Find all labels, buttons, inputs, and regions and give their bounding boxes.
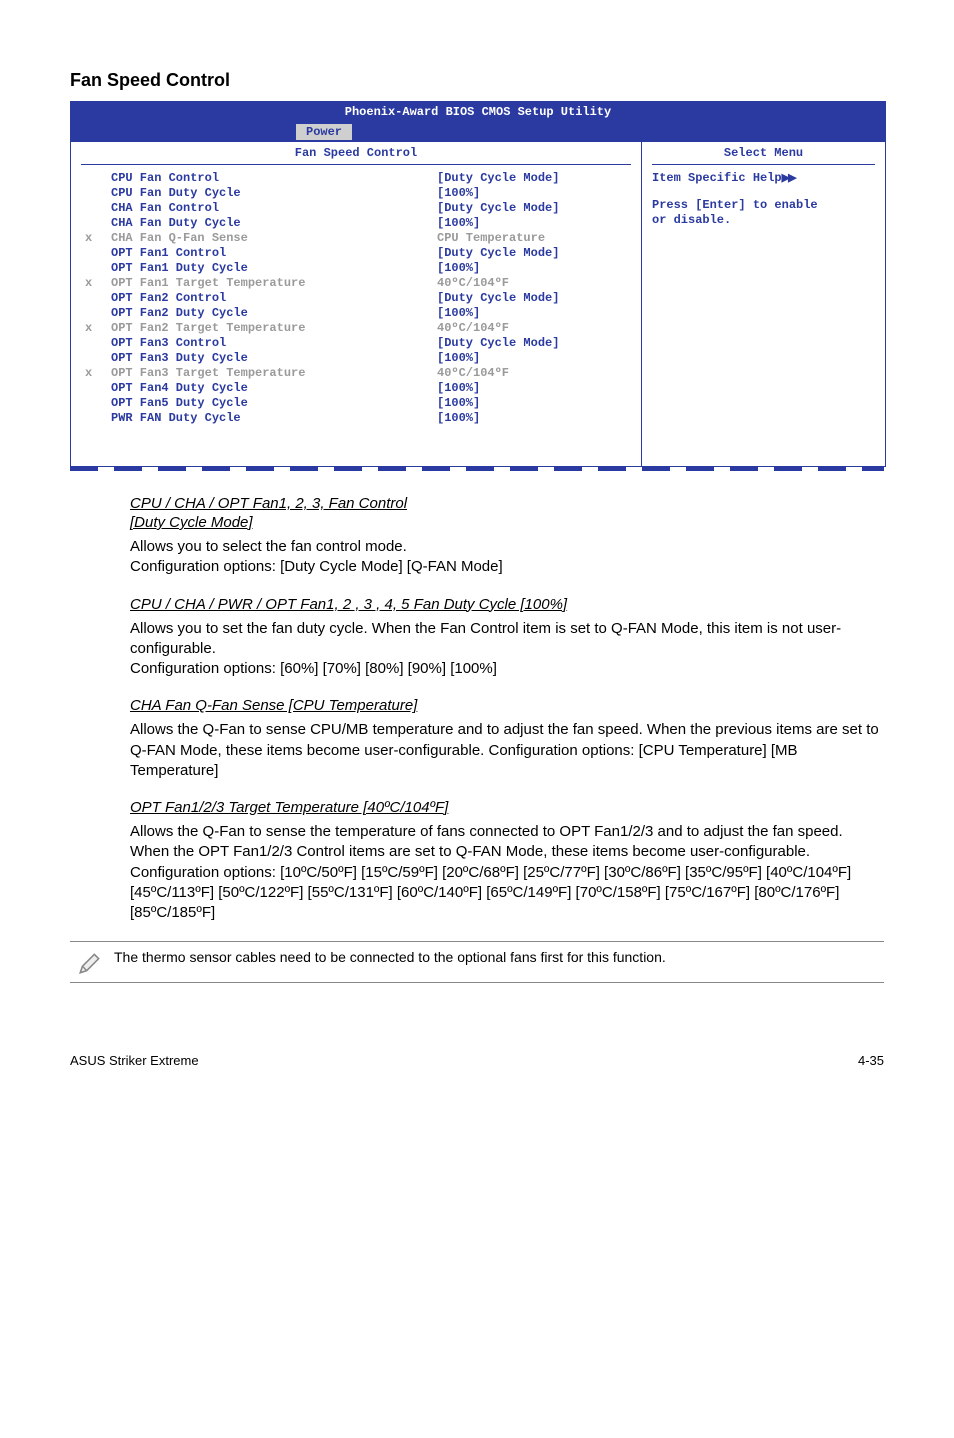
bios-header: Phoenix-Award BIOS CMOS Setup Utility xyxy=(71,102,885,122)
row-label: CHA Fan Duty Cycle xyxy=(107,216,433,231)
row-marker: x xyxy=(81,276,107,291)
bios-setting-row[interactable]: xOPT Fan3 Target Temperature40ºC/104ºF xyxy=(81,366,631,381)
bios-setting-row[interactable]: OPT Fan5 Duty Cycle[100%] xyxy=(81,396,631,411)
bios-setting-row[interactable]: PWR FAN Duty Cycle[100%] xyxy=(81,411,631,426)
bios-setting-row[interactable]: OPT Fan3 Duty Cycle[100%] xyxy=(81,351,631,366)
row-value: 40ºC/104ºF xyxy=(433,276,631,291)
bios-setting-row[interactable]: CHA Fan Duty Cycle[100%] xyxy=(81,216,631,231)
row-label: OPT Fan2 Duty Cycle xyxy=(107,306,433,321)
row-value: [100%] xyxy=(433,216,631,231)
row-marker xyxy=(81,411,107,426)
row-label: OPT Fan3 Target Temperature xyxy=(107,366,433,381)
play-forward-icon: ▶▶ xyxy=(782,172,795,184)
subhead-duty-cycle: CPU / CHA / PWR / OPT Fan1, 2 , 3 , 4, 5… xyxy=(130,596,884,613)
row-marker xyxy=(81,201,107,216)
bios-setting-row[interactable]: CPU Fan Control[Duty Cycle Mode] xyxy=(81,171,631,186)
pencil-icon xyxy=(70,948,110,976)
note-text: The thermo sensor cables need to be conn… xyxy=(110,948,666,966)
bios-panel: Phoenix-Award BIOS CMOS Setup Utility Po… xyxy=(70,101,886,467)
row-label: OPT Fan3 Control xyxy=(107,336,433,351)
bios-setting-row[interactable]: OPT Fan1 Duty Cycle[100%] xyxy=(81,261,631,276)
row-marker xyxy=(81,336,107,351)
subhead-qfan-sense: CHA Fan Q-Fan Sense [CPU Temperature] xyxy=(130,697,884,714)
bios-tab-power[interactable]: Power xyxy=(296,124,352,140)
row-value: [Duty Cycle Mode] xyxy=(433,201,631,216)
row-marker xyxy=(81,171,107,186)
bios-setting-row[interactable]: xOPT Fan1 Target Temperature40ºC/104ºF xyxy=(81,276,631,291)
note-block: The thermo sensor cables need to be conn… xyxy=(70,941,884,983)
row-marker: x xyxy=(81,321,107,336)
row-marker xyxy=(81,381,107,396)
row-value: [Duty Cycle Mode] xyxy=(433,336,631,351)
paragraph-duty-cycle: Allows you to set the fan duty cycle. Wh… xyxy=(130,619,884,680)
bios-setting-row[interactable]: xCHA Fan Q-Fan SenseCPU Temperature xyxy=(81,231,631,246)
row-label: OPT Fan1 Control xyxy=(107,246,433,261)
row-marker xyxy=(81,351,107,366)
row-marker xyxy=(81,291,107,306)
row-value: [100%] xyxy=(433,186,631,201)
bios-tab-row: Power xyxy=(71,122,885,142)
bios-setting-row[interactable]: OPT Fan2 Control[Duty Cycle Mode] xyxy=(81,291,631,306)
row-value: CPU Temperature xyxy=(433,231,631,246)
row-marker xyxy=(81,396,107,411)
paragraph-fan-control: Allows you to select the fan control mod… xyxy=(130,537,884,578)
row-value: [100%] xyxy=(433,381,631,396)
row-value: [Duty Cycle Mode] xyxy=(433,171,631,186)
footer-right: 4-35 xyxy=(858,1053,884,1068)
row-value: [100%] xyxy=(433,411,631,426)
row-value: [100%] xyxy=(433,306,631,321)
help-line-3: or disable. xyxy=(652,213,875,228)
row-value: [Duty Cycle Mode] xyxy=(433,246,631,261)
row-label: CHA Fan Q-Fan Sense xyxy=(107,231,433,246)
row-label: OPT Fan2 Target Temperature xyxy=(107,321,433,336)
row-label: OPT Fan4 Duty Cycle xyxy=(107,381,433,396)
row-marker xyxy=(81,261,107,276)
row-value: [Duty Cycle Mode] xyxy=(433,291,631,306)
help-line-1: Item Specific Help▶▶ xyxy=(652,171,875,186)
page-footer: ASUS Striker Extreme 4-35 xyxy=(70,1053,884,1068)
subhead-fan-control: CPU / CHA / OPT Fan1, 2, 3, Fan Control xyxy=(130,495,884,512)
row-label: OPT Fan1 Target Temperature xyxy=(107,276,433,291)
help-line-2: Press [Enter] to enable xyxy=(652,198,875,213)
bios-setting-row[interactable]: OPT Fan1 Control[Duty Cycle Mode] xyxy=(81,246,631,261)
row-label: CHA Fan Control xyxy=(107,201,433,216)
paragraph-target-temp: Allows the Q-Fan to sense the temperatur… xyxy=(130,822,884,923)
bios-setting-row[interactable]: OPT Fan4 Duty Cycle[100%] xyxy=(81,381,631,396)
bios-setting-row[interactable]: CHA Fan Control[Duty Cycle Mode] xyxy=(81,201,631,216)
row-label: CPU Fan Control xyxy=(107,171,433,186)
row-value: [100%] xyxy=(433,396,631,411)
row-marker xyxy=(81,216,107,231)
bios-setting-row[interactable]: OPT Fan2 Duty Cycle[100%] xyxy=(81,306,631,321)
row-label: PWR FAN Duty Cycle xyxy=(107,411,433,426)
bios-setting-row[interactable]: xOPT Fan2 Target Temperature40ºC/104ºF xyxy=(81,321,631,336)
row-marker: x xyxy=(81,231,107,246)
footer-left: ASUS Striker Extreme xyxy=(70,1053,199,1068)
row-marker: x xyxy=(81,366,107,381)
row-value: [100%] xyxy=(433,351,631,366)
paragraph-qfan-sense: Allows the Q-Fan to sense CPU/MB tempera… xyxy=(130,720,884,781)
row-value: [100%] xyxy=(433,261,631,276)
bios-left-title: Fan Speed Control xyxy=(81,146,631,165)
subhead-duty-cycle-mode: [Duty Cycle Mode] xyxy=(130,514,884,531)
row-marker xyxy=(81,306,107,321)
bios-setting-row[interactable]: CPU Fan Duty Cycle[100%] xyxy=(81,186,631,201)
row-label: OPT Fan1 Duty Cycle xyxy=(107,261,433,276)
bios-left-pane: Fan Speed Control CPU Fan Control[Duty C… xyxy=(71,142,642,466)
bios-right-pane: Select Menu Item Specific Help▶▶ Press [… xyxy=(642,142,885,466)
row-label: CPU Fan Duty Cycle xyxy=(107,186,433,201)
row-marker xyxy=(81,186,107,201)
section-title: Fan Speed Control xyxy=(70,70,884,91)
row-value: 40ºC/104ºF xyxy=(433,321,631,336)
row-label: OPT Fan3 Duty Cycle xyxy=(107,351,433,366)
row-marker xyxy=(81,246,107,261)
bios-setting-row[interactable]: OPT Fan3 Control[Duty Cycle Mode] xyxy=(81,336,631,351)
bios-settings-table: CPU Fan Control[Duty Cycle Mode]CPU Fan … xyxy=(81,171,631,426)
bios-right-title: Select Menu xyxy=(652,146,875,165)
subhead-target-temp: OPT Fan1/2/3 Target Temperature [40ºC/10… xyxy=(130,799,884,816)
row-value: 40ºC/104ºF xyxy=(433,366,631,381)
row-label: OPT Fan5 Duty Cycle xyxy=(107,396,433,411)
row-label: OPT Fan2 Control xyxy=(107,291,433,306)
